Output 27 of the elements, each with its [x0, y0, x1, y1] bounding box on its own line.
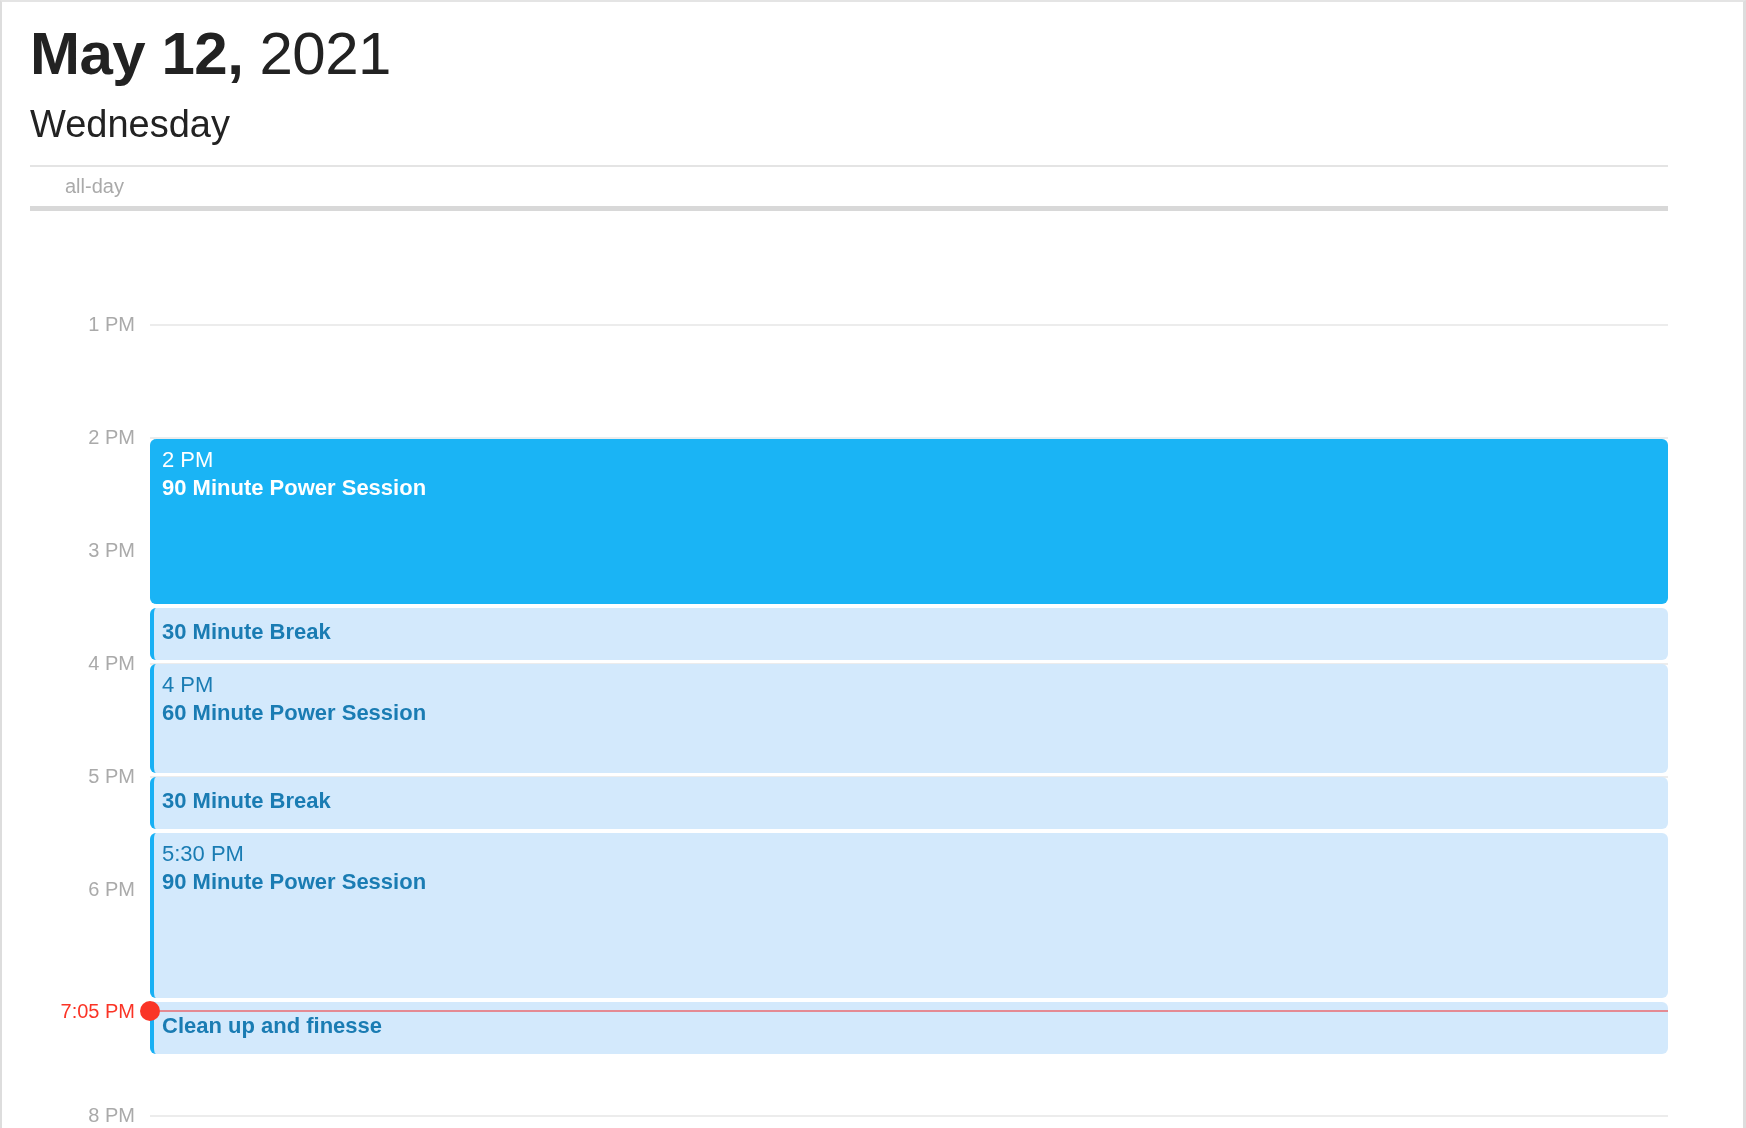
calendar-event[interactable]: 2 PM 90 Minute Power Session: [150, 438, 1668, 604]
event-title: 90 Minute Power Session: [162, 474, 427, 503]
calendar-event[interactable]: 5:30 PM 90 Minute Power Session: [150, 832, 1668, 998]
event-title: 30 Minute Break: [162, 617, 331, 646]
current-time-label: 7:05 PM: [59, 998, 135, 1024]
event-time: 5:30 PM: [162, 839, 245, 868]
date-title: May 12, 2021: [30, 24, 392, 84]
all-day-label: all-day: [65, 174, 124, 200]
event-title: 60 Minute Power Session: [162, 699, 427, 728]
hour-label: 3 PM: [87, 537, 135, 562]
calendar-event[interactable]: 4 PM 60 Minute Power Session: [150, 663, 1668, 773]
hour-label: 2 PM: [87, 424, 135, 449]
hour-label: 5 PM: [87, 763, 135, 788]
hour-label: 1 PM: [87, 311, 135, 336]
event-time: 4 PM: [162, 670, 215, 699]
event-title: Clean up and finesse: [162, 1011, 383, 1040]
current-time-dot: [140, 1000, 160, 1021]
event-title: 90 Minute Power Session: [162, 868, 427, 897]
hour-label: 6 PM: [87, 876, 135, 901]
event-time: 2 PM: [162, 445, 215, 474]
calendar-event[interactable]: 30 Minute Break: [150, 776, 1668, 829]
event-title: 30 Minute Break: [162, 786, 331, 815]
hour-label: 4 PM: [87, 650, 135, 675]
calendar-event[interactable]: 30 Minute Break: [150, 607, 1668, 660]
weekday-label: Wednesday: [30, 104, 231, 146]
hour-label: 8 PM: [87, 1102, 135, 1127]
calendar-event[interactable]: Clean up and finesse: [150, 1001, 1668, 1054]
